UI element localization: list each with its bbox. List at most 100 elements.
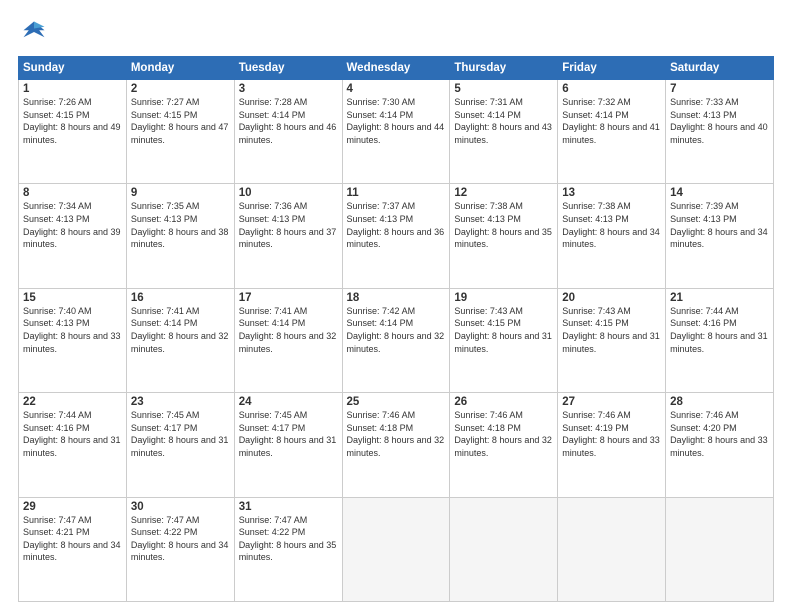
day-info: Sunrise: 7:37 AMSunset: 4:13 PMDaylight:… (347, 200, 446, 250)
day-number: 16 (131, 292, 230, 304)
calendar-day-cell: 29Sunrise: 7:47 AMSunset: 4:21 PMDayligh… (19, 497, 127, 601)
calendar-day-cell: 26Sunrise: 7:46 AMSunset: 4:18 PMDayligh… (450, 393, 558, 497)
calendar-day-cell (558, 497, 666, 601)
day-number: 31 (239, 501, 338, 513)
day-number: 21 (670, 292, 769, 304)
calendar-day-cell: 12Sunrise: 7:38 AMSunset: 4:13 PMDayligh… (450, 184, 558, 288)
day-info: Sunrise: 7:46 AMSunset: 4:18 PMDaylight:… (347, 409, 446, 459)
calendar-day-cell: 3Sunrise: 7:28 AMSunset: 4:14 PMDaylight… (234, 80, 342, 184)
calendar-day-cell: 6Sunrise: 7:32 AMSunset: 4:14 PMDaylight… (558, 80, 666, 184)
day-info: Sunrise: 7:39 AMSunset: 4:13 PMDaylight:… (670, 200, 769, 250)
calendar-day-cell: 7Sunrise: 7:33 AMSunset: 4:13 PMDaylight… (666, 80, 774, 184)
day-info: Sunrise: 7:47 AMSunset: 4:22 PMDaylight:… (239, 514, 338, 564)
weekday-header-monday: Monday (126, 57, 234, 80)
calendar-day-cell: 15Sunrise: 7:40 AMSunset: 4:13 PMDayligh… (19, 288, 127, 392)
day-number: 30 (131, 501, 230, 513)
day-info: Sunrise: 7:35 AMSunset: 4:13 PMDaylight:… (131, 200, 230, 250)
day-number: 24 (239, 396, 338, 408)
calendar-day-cell (450, 497, 558, 601)
calendar-day-cell (666, 497, 774, 601)
calendar-day-cell: 11Sunrise: 7:37 AMSunset: 4:13 PMDayligh… (342, 184, 450, 288)
day-number: 26 (454, 396, 553, 408)
calendar-day-cell: 4Sunrise: 7:30 AMSunset: 4:14 PMDaylight… (342, 80, 450, 184)
day-number: 19 (454, 292, 553, 304)
day-info: Sunrise: 7:34 AMSunset: 4:13 PMDaylight:… (23, 200, 122, 250)
calendar-day-cell: 24Sunrise: 7:45 AMSunset: 4:17 PMDayligh… (234, 393, 342, 497)
day-info: Sunrise: 7:47 AMSunset: 4:22 PMDaylight:… (131, 514, 230, 564)
calendar-week-row: 22Sunrise: 7:44 AMSunset: 4:16 PMDayligh… (19, 393, 774, 497)
calendar-day-cell: 22Sunrise: 7:44 AMSunset: 4:16 PMDayligh… (19, 393, 127, 497)
calendar-day-cell: 16Sunrise: 7:41 AMSunset: 4:14 PMDayligh… (126, 288, 234, 392)
logo (18, 18, 54, 46)
calendar-day-cell: 1Sunrise: 7:26 AMSunset: 4:15 PMDaylight… (19, 80, 127, 184)
day-number: 18 (347, 292, 446, 304)
calendar-day-cell: 5Sunrise: 7:31 AMSunset: 4:14 PMDaylight… (450, 80, 558, 184)
weekday-header-tuesday: Tuesday (234, 57, 342, 80)
day-number: 4 (347, 83, 446, 95)
day-info: Sunrise: 7:43 AMSunset: 4:15 PMDaylight:… (454, 305, 553, 355)
calendar-day-cell: 23Sunrise: 7:45 AMSunset: 4:17 PMDayligh… (126, 393, 234, 497)
day-info: Sunrise: 7:38 AMSunset: 4:13 PMDaylight:… (562, 200, 661, 250)
calendar-day-cell: 30Sunrise: 7:47 AMSunset: 4:22 PMDayligh… (126, 497, 234, 601)
calendar-day-cell: 2Sunrise: 7:27 AMSunset: 4:15 PMDaylight… (126, 80, 234, 184)
calendar-day-cell: 27Sunrise: 7:46 AMSunset: 4:19 PMDayligh… (558, 393, 666, 497)
day-number: 23 (131, 396, 230, 408)
day-info: Sunrise: 7:45 AMSunset: 4:17 PMDaylight:… (239, 409, 338, 459)
day-number: 27 (562, 396, 661, 408)
day-info: Sunrise: 7:33 AMSunset: 4:13 PMDaylight:… (670, 96, 769, 146)
day-number: 13 (562, 187, 661, 199)
logo-icon (18, 18, 50, 46)
day-number: 17 (239, 292, 338, 304)
weekday-header-saturday: Saturday (666, 57, 774, 80)
day-info: Sunrise: 7:41 AMSunset: 4:14 PMDaylight:… (131, 305, 230, 355)
day-number: 10 (239, 187, 338, 199)
day-info: Sunrise: 7:46 AMSunset: 4:18 PMDaylight:… (454, 409, 553, 459)
calendar-day-cell (342, 497, 450, 601)
day-info: Sunrise: 7:31 AMSunset: 4:14 PMDaylight:… (454, 96, 553, 146)
calendar-week-row: 1Sunrise: 7:26 AMSunset: 4:15 PMDaylight… (19, 80, 774, 184)
day-number: 8 (23, 187, 122, 199)
day-number: 15 (23, 292, 122, 304)
header (18, 18, 774, 46)
weekday-header-thursday: Thursday (450, 57, 558, 80)
calendar-day-cell: 28Sunrise: 7:46 AMSunset: 4:20 PMDayligh… (666, 393, 774, 497)
calendar-day-cell: 14Sunrise: 7:39 AMSunset: 4:13 PMDayligh… (666, 184, 774, 288)
calendar-table: SundayMondayTuesdayWednesdayThursdayFrid… (18, 56, 774, 602)
calendar-day-cell: 25Sunrise: 7:46 AMSunset: 4:18 PMDayligh… (342, 393, 450, 497)
calendar-week-row: 29Sunrise: 7:47 AMSunset: 4:21 PMDayligh… (19, 497, 774, 601)
day-info: Sunrise: 7:44 AMSunset: 4:16 PMDaylight:… (670, 305, 769, 355)
calendar-day-cell: 18Sunrise: 7:42 AMSunset: 4:14 PMDayligh… (342, 288, 450, 392)
weekday-header-row: SundayMondayTuesdayWednesdayThursdayFrid… (19, 57, 774, 80)
calendar-week-row: 8Sunrise: 7:34 AMSunset: 4:13 PMDaylight… (19, 184, 774, 288)
day-info: Sunrise: 7:46 AMSunset: 4:19 PMDaylight:… (562, 409, 661, 459)
day-number: 9 (131, 187, 230, 199)
day-info: Sunrise: 7:36 AMSunset: 4:13 PMDaylight:… (239, 200, 338, 250)
calendar-day-cell: 9Sunrise: 7:35 AMSunset: 4:13 PMDaylight… (126, 184, 234, 288)
day-info: Sunrise: 7:28 AMSunset: 4:14 PMDaylight:… (239, 96, 338, 146)
day-number: 2 (131, 83, 230, 95)
day-info: Sunrise: 7:27 AMSunset: 4:15 PMDaylight:… (131, 96, 230, 146)
calendar-day-cell: 13Sunrise: 7:38 AMSunset: 4:13 PMDayligh… (558, 184, 666, 288)
day-info: Sunrise: 7:26 AMSunset: 4:15 PMDaylight:… (23, 96, 122, 146)
day-number: 3 (239, 83, 338, 95)
calendar-day-cell: 10Sunrise: 7:36 AMSunset: 4:13 PMDayligh… (234, 184, 342, 288)
calendar-day-cell: 21Sunrise: 7:44 AMSunset: 4:16 PMDayligh… (666, 288, 774, 392)
page: SundayMondayTuesdayWednesdayThursdayFrid… (0, 0, 792, 612)
day-info: Sunrise: 7:43 AMSunset: 4:15 PMDaylight:… (562, 305, 661, 355)
day-info: Sunrise: 7:46 AMSunset: 4:20 PMDaylight:… (670, 409, 769, 459)
calendar-day-cell: 20Sunrise: 7:43 AMSunset: 4:15 PMDayligh… (558, 288, 666, 392)
calendar-day-cell: 31Sunrise: 7:47 AMSunset: 4:22 PMDayligh… (234, 497, 342, 601)
weekday-header-sunday: Sunday (19, 57, 127, 80)
weekday-header-friday: Friday (558, 57, 666, 80)
day-info: Sunrise: 7:41 AMSunset: 4:14 PMDaylight:… (239, 305, 338, 355)
day-number: 11 (347, 187, 446, 199)
calendar-day-cell: 19Sunrise: 7:43 AMSunset: 4:15 PMDayligh… (450, 288, 558, 392)
day-number: 5 (454, 83, 553, 95)
calendar-day-cell: 17Sunrise: 7:41 AMSunset: 4:14 PMDayligh… (234, 288, 342, 392)
day-number: 14 (670, 187, 769, 199)
day-number: 28 (670, 396, 769, 408)
day-number: 29 (23, 501, 122, 513)
day-number: 12 (454, 187, 553, 199)
day-number: 22 (23, 396, 122, 408)
day-info: Sunrise: 7:32 AMSunset: 4:14 PMDaylight:… (562, 96, 661, 146)
